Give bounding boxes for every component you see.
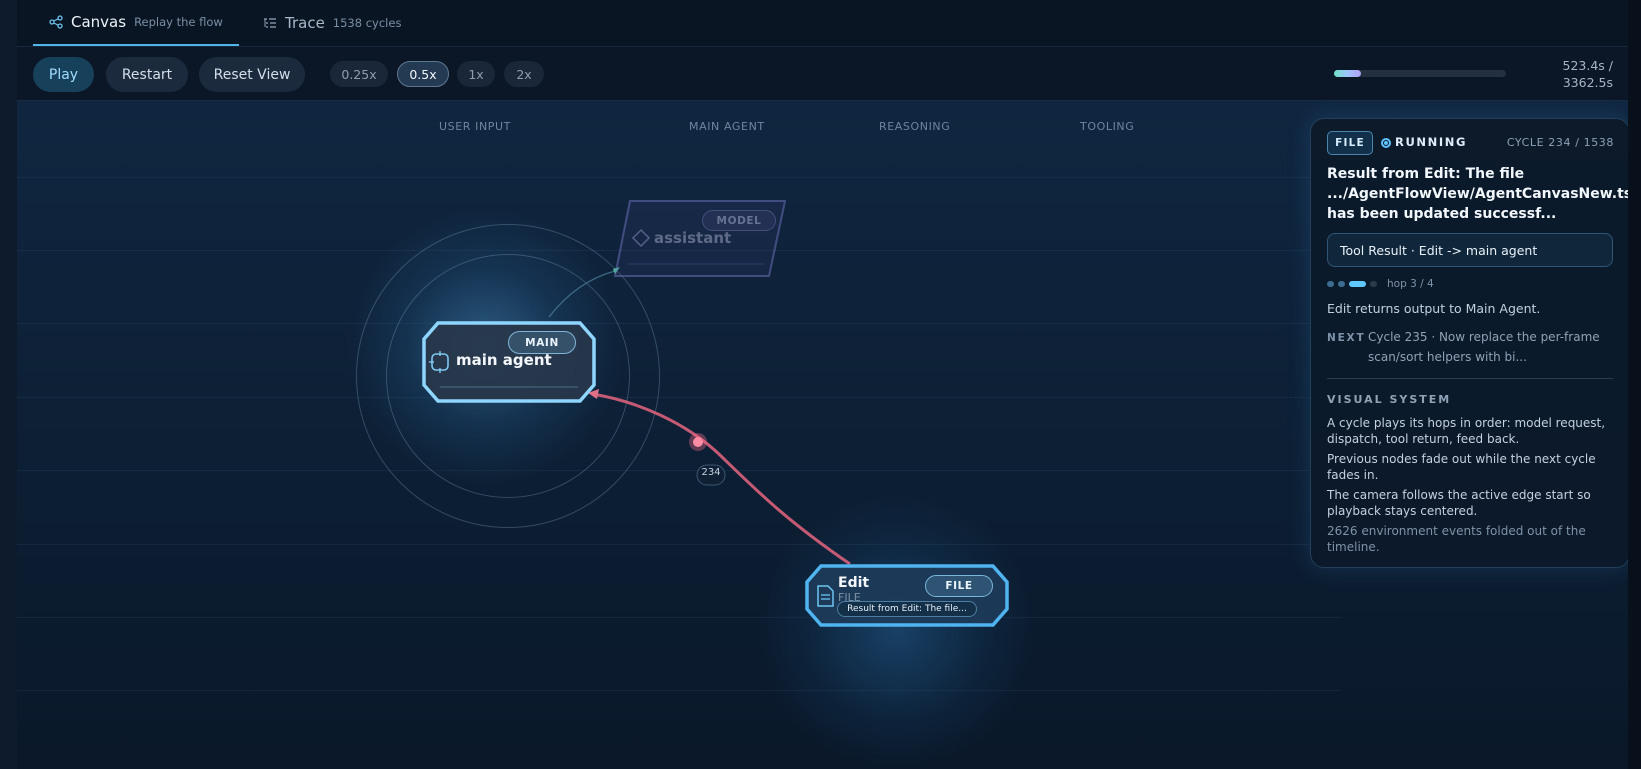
playback-progress[interactable] <box>1334 70 1506 77</box>
app-frame: Canvas Replay the flow Trace 1538 cycles… <box>17 0 1628 769</box>
tab-bar: Canvas Replay the flow Trace 1538 cycles <box>17 0 1628 47</box>
tab-trace[interactable]: Trace 1538 cycles <box>247 0 417 46</box>
crosshair-icon <box>429 351 449 373</box>
hop-indicator-3 <box>1349 281 1366 287</box>
running-status-icon <box>1381 138 1391 148</box>
time-total: 3362.5s <box>1562 75 1613 90</box>
node-assistant-tag: MODEL <box>702 210 776 231</box>
visual-system-heading: VISUAL SYSTEM <box>1327 393 1452 406</box>
panel-hop-label: hop 3 / 4 <box>1387 278 1434 290</box>
share-nodes-icon <box>49 15 63 29</box>
panel-description: Edit returns output to Main Agent. <box>1327 301 1541 316</box>
panel-next-label: NEXT <box>1327 332 1366 344</box>
node-assistant-label: assistant <box>654 229 732 247</box>
node-edit-caption: Result from Edit: The file... <box>837 601 977 617</box>
tab-canvas[interactable]: Canvas Replay the flow <box>33 0 239 46</box>
play-button[interactable]: Play <box>33 57 94 92</box>
edge-particle <box>693 437 703 447</box>
node-edit[interactable]: Edit FILE FILE Result from Edit: The fil… <box>805 564 1009 627</box>
panel-status: RUNNING <box>1395 135 1467 149</box>
document-icon <box>817 585 834 607</box>
speed-1x[interactable]: 1x <box>457 61 495 87</box>
speed-2x[interactable]: 2x <box>504 61 544 87</box>
hop-indicator-4 <box>1370 281 1377 287</box>
diamond-icon <box>631 228 651 248</box>
visual-system-line: 2626 environment events folded out of th… <box>1327 524 1586 554</box>
panel-divider <box>1327 378 1613 379</box>
hop-indicator-1 <box>1327 281 1334 287</box>
tab-trace-label: Trace <box>285 14 325 32</box>
panel-route: Tool Result · Edit -> main agent <box>1327 233 1613 267</box>
visual-system-line: Previous nodes fade out while the next c… <box>1327 452 1596 482</box>
panel-title: Result from Edit: The file .../AgentFlow… <box>1327 166 1628 222</box>
playback-toolbar: Play Restart Reset View 0.25x 0.5x 1x 2x… <box>17 47 1628 101</box>
time-readout: 523.4s / 3362.5s <box>1537 57 1613 91</box>
model-edge <box>548 270 616 318</box>
node-edit-label: Edit <box>838 575 870 591</box>
panel-type-badge: FILE <box>1327 131 1373 155</box>
cycle-detail-panel: FILE RUNNING CYCLE 234 / 1538 Result fro… <box>1310 118 1628 568</box>
tab-canvas-subtitle: Replay the flow <box>134 15 223 29</box>
node-main-agent-tag: MAIN <box>508 331 576 354</box>
visual-system-line: The camera follows the active edge start… <box>1327 488 1591 518</box>
speed-0-25x[interactable]: 0.25x <box>330 61 388 87</box>
right-scrollbar[interactable] <box>1628 0 1641 769</box>
panel-next-text: Cycle 235 · Now replace the per-frame sc… <box>1368 330 1600 364</box>
node-main-agent[interactable]: main agent MAIN <box>422 321 596 403</box>
panel-cycle-counter: CYCLE 234 / 1538 <box>1506 136 1614 149</box>
visual-system-line: A cycle plays its hops in order: model r… <box>1327 416 1606 446</box>
edge-cycle-label: 234 <box>701 467 721 478</box>
time-elapsed: 523.4s / <box>1562 58 1613 73</box>
left-gutter <box>0 0 17 769</box>
tab-trace-subtitle: 1538 cycles <box>332 16 402 30</box>
tab-canvas-label: Canvas <box>71 13 127 31</box>
hop-indicator-2 <box>1338 281 1345 287</box>
playback-progress-fill <box>1334 70 1361 77</box>
restart-button[interactable]: Restart <box>106 57 188 92</box>
reset-view-button[interactable]: Reset View <box>199 57 305 92</box>
node-assistant[interactable]: assistant MODEL <box>614 200 786 277</box>
speed-0-5x[interactable]: 0.5x <box>397 61 449 87</box>
node-edit-tag: FILE <box>925 575 993 597</box>
list-tree-icon <box>264 18 276 28</box>
